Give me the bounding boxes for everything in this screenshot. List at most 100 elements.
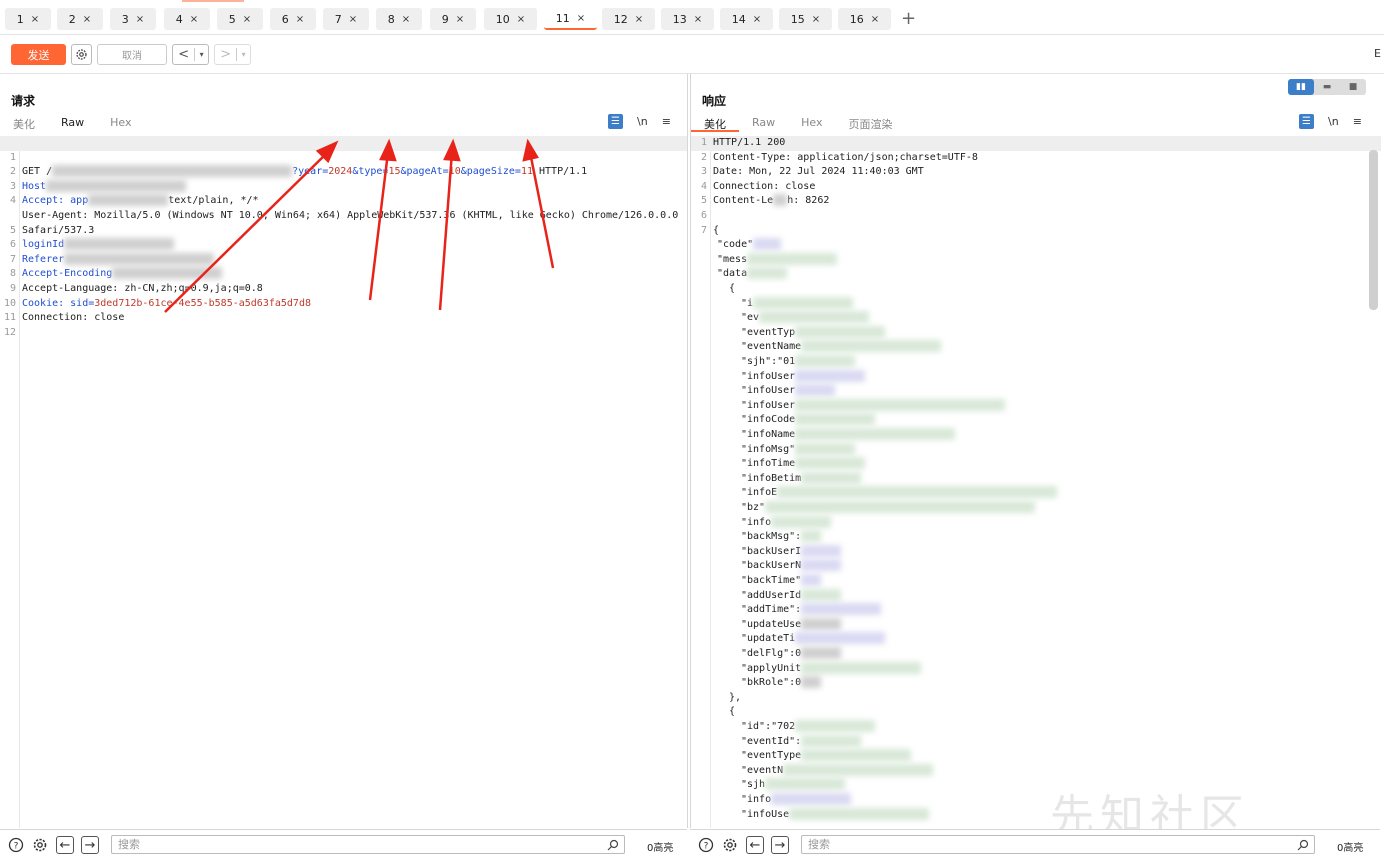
response-scrollbar[interactable] <box>1369 150 1378 310</box>
redacted-value <box>783 763 934 776</box>
code-line: "backUserN <box>691 559 1381 574</box>
tab-11[interactable]: 11 × <box>544 8 597 30</box>
menu-icon[interactable]: ≡ <box>1353 115 1362 128</box>
wrap-icon[interactable]: ☰ <box>608 114 623 129</box>
response-editor[interactable]: 1 HTTP/1.1 200 2 Content-Type: application… <box>691 136 1381 828</box>
newline-icon[interactable]: \n <box>637 115 648 128</box>
code-line: "backUserI <box>691 544 1381 560</box>
chevron-right-icon[interactable]: → <box>771 836 789 854</box>
tab-pretty[interactable]: 美化 <box>691 114 739 132</box>
tab-13[interactable]: 13 × <box>661 8 714 30</box>
add-tab-button[interactable]: + <box>901 8 916 30</box>
dropdown-icon[interactable]: ▾ <box>195 50 208 59</box>
search-input[interactable]: 搜索 <box>111 835 625 854</box>
svg-text:?: ? <box>14 842 19 852</box>
tab-4[interactable]: 4 × <box>164 8 210 30</box>
close-icon[interactable]: × <box>136 14 144 25</box>
code-line: 9 Cookie: sid=3ded712b-61ce-4e55-b585-a5… <box>9 282 311 309</box>
close-icon[interactable]: × <box>694 14 702 25</box>
tab-3[interactable]: 3 × <box>110 8 156 30</box>
tab-raw[interactable]: Raw <box>739 114 788 132</box>
tab-14[interactable]: 14 × <box>720 8 773 30</box>
back-nav-button[interactable]: < ▾ <box>172 44 209 65</box>
chevron-left-icon: < <box>178 47 190 62</box>
send-button[interactable]: 发送 <box>11 44 66 65</box>
code-line: "infoUser <box>691 384 1381 399</box>
close-icon[interactable]: × <box>753 14 761 25</box>
settings-button[interactable] <box>71 44 92 65</box>
close-icon[interactable]: × <box>349 14 357 25</box>
tab-hex[interactable]: Hex <box>97 114 144 132</box>
split-view-icon[interactable]: ▮▮ <box>1288 79 1314 95</box>
code-line: "infoUse <box>691 807 1381 823</box>
redacted-value <box>801 544 842 557</box>
forward-nav-button[interactable]: > ▾ <box>214 44 251 65</box>
tab-16[interactable]: 16 × <box>838 8 891 30</box>
close-icon[interactable]: × <box>517 14 525 25</box>
truncated-toolbar-label: E <box>1374 47 1381 60</box>
tab-6[interactable]: 6 × <box>270 8 316 30</box>
redacted-value <box>801 559 842 572</box>
tab-9[interactable]: 9 × <box>430 8 476 30</box>
layout-toggle[interactable]: ▮▮ ▬ ■ <box>1288 79 1366 95</box>
tab-render[interactable]: 页面渲染 <box>836 114 906 132</box>
request-subtabs: 美化 Raw Hex <box>0 114 145 132</box>
gear-icon[interactable] <box>721 836 739 854</box>
search-icon <box>604 836 622 854</box>
tab-label: 15 <box>790 12 805 26</box>
close-icon[interactable]: × <box>577 13 585 24</box>
help-icon[interactable]: ? <box>697 836 715 854</box>
search-input[interactable]: 搜索 <box>801 835 1315 854</box>
redacted-value <box>801 661 922 674</box>
close-icon[interactable]: × <box>635 14 643 25</box>
close-icon[interactable]: × <box>243 14 251 25</box>
tab-5[interactable]: 5 × <box>217 8 263 30</box>
wrap-icon[interactable]: ☰ <box>1299 114 1314 129</box>
dropdown-icon[interactable]: ▾ <box>237 50 250 59</box>
tab-label: 13 <box>672 12 687 26</box>
single-view-icon[interactable]: ■ <box>1340 79 1366 95</box>
close-icon[interactable]: × <box>456 14 464 25</box>
tab-10[interactable]: 10 × <box>484 8 537 30</box>
chevron-right-icon[interactable]: → <box>81 836 99 854</box>
request-tools: ☰ \n ≡ <box>608 114 671 129</box>
tab-8[interactable]: 8 × <box>376 8 422 30</box>
code-line: "code" <box>691 238 1381 253</box>
close-icon[interactable]: × <box>31 14 39 25</box>
request-title: 请求 <box>11 94 36 108</box>
redacted-value <box>801 734 862 747</box>
code-line: { <box>729 283 736 294</box>
close-icon[interactable]: × <box>190 14 198 25</box>
code-line: 2 Host <box>0 151 687 192</box>
tab-15[interactable]: 15 × <box>779 8 832 30</box>
gear-icon[interactable] <box>31 836 49 854</box>
close-icon[interactable]: × <box>402 14 410 25</box>
tab-top-indicator <box>182 0 244 2</box>
code-line: "delFlg":0 <box>691 647 1381 662</box>
close-icon[interactable]: × <box>871 14 879 25</box>
menu-icon[interactable]: ≡ <box>662 115 671 128</box>
redacted-value <box>747 252 838 265</box>
tab-12[interactable]: 12 × <box>602 8 655 30</box>
tab-hex[interactable]: Hex <box>788 114 835 132</box>
code-line: "infoE <box>691 486 1381 501</box>
help-icon[interactable]: ? <box>7 836 25 854</box>
highlight-count: 0高亮 <box>647 843 674 854</box>
tab-label: 10 <box>495 12 510 26</box>
redacted-value <box>801 603 882 616</box>
close-icon[interactable]: × <box>83 14 91 25</box>
close-icon[interactable]: × <box>296 14 304 25</box>
chevron-left-icon[interactable]: ← <box>56 836 74 854</box>
cancel-button[interactable]: 取消 <box>97 44 167 65</box>
request-editor[interactable]: 1 GET / ?year=2024&type=15&pageAt=10&page… <box>0 136 687 828</box>
tab-raw[interactable]: Raw <box>48 114 97 132</box>
tab-2[interactable]: 2 × <box>57 8 103 30</box>
tab-pretty[interactable]: 美化 <box>0 114 48 132</box>
tab-7[interactable]: 7 × <box>323 8 369 30</box>
chevron-left-icon[interactable]: ← <box>746 836 764 854</box>
horizontal-view-icon[interactable]: ▬ <box>1314 79 1340 95</box>
code-line: "infoMsg" <box>691 442 1381 458</box>
tab-1[interactable]: 1 × <box>5 8 51 30</box>
close-icon[interactable]: × <box>812 14 820 25</box>
newline-icon[interactable]: \n <box>1328 115 1339 128</box>
